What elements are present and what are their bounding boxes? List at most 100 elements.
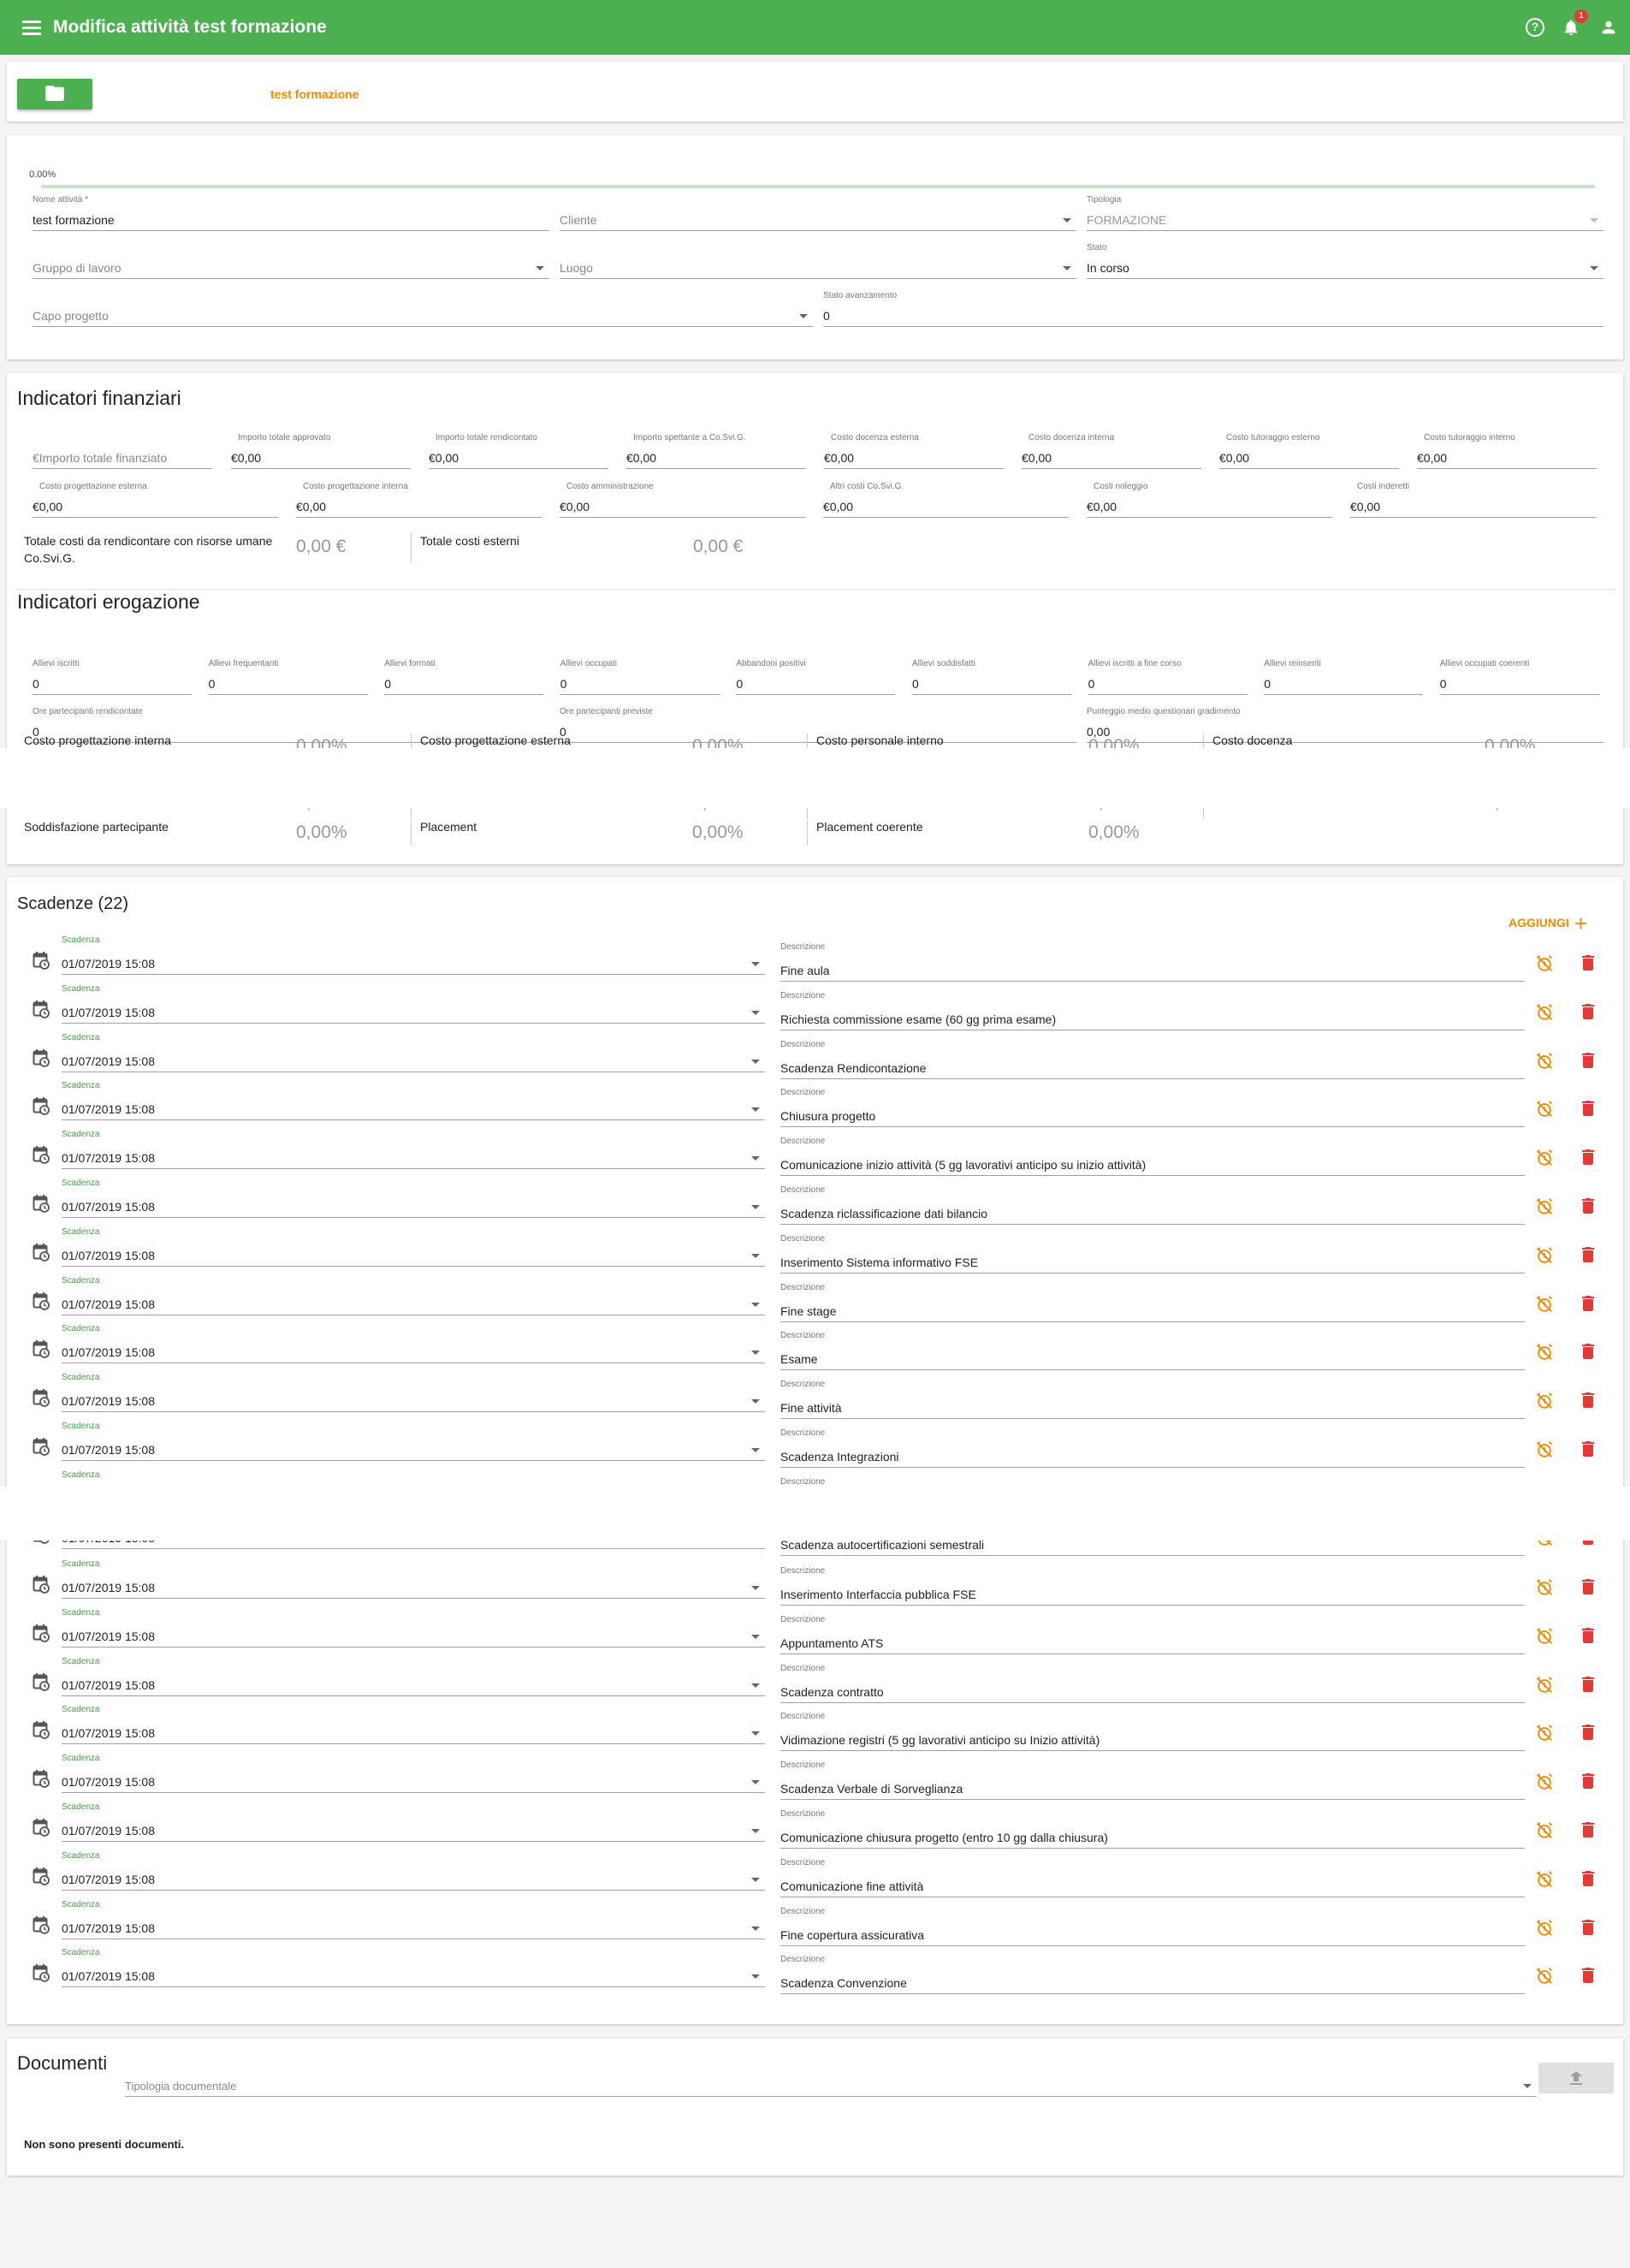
scadenza-description-field[interactable]: Descrizione Vidimazione registri (5 gg la… [780, 1712, 1525, 1752]
calendar-clock-icon[interactable] [33, 1000, 50, 1023]
luogo-select[interactable]: Luogo [560, 253, 1076, 279]
folder-button[interactable] [17, 79, 92, 110]
gruppo-lavoro-select[interactable]: Gruppo di lavoro [33, 253, 549, 279]
alarm-off-icon[interactable] [1535, 954, 1554, 977]
fin-cost-field-3[interactable]: Costo amministrazione €0,00 [560, 482, 805, 518]
scadenza-description-field[interactable]: Descrizione Esame [780, 1331, 1525, 1371]
calendar-clock-icon[interactable] [33, 1243, 50, 1266]
calendar-clock-icon[interactable] [33, 1291, 50, 1315]
calendar-clock-icon[interactable] [33, 1818, 50, 1841]
scadenza-description-field[interactable]: Descrizione Richiesta commissione esame (… [780, 991, 1525, 1030]
calendar-clock-icon[interactable] [33, 1915, 50, 1938]
calendar-clock-icon[interactable] [33, 1541, 50, 1548]
alarm-off-icon[interactable] [1535, 1919, 1554, 1942]
importo-finanziato-field[interactable]: €Importo totale finanziato [33, 442, 212, 469]
ero-field-8[interactable]: Allievi reinseriti 0 [1264, 659, 1424, 695]
alarm-off-icon[interactable] [1535, 1967, 1554, 1990]
calendar-clock-icon[interactable] [33, 1624, 50, 1647]
alarm-off-icon[interactable] [1535, 1772, 1554, 1796]
delete-icon[interactable] [1581, 1725, 1595, 1744]
alarm-off-icon[interactable] [1535, 1870, 1554, 1893]
ero-field-3[interactable]: Allievi formati 0 [384, 659, 544, 695]
scadenza-description-field[interactable]: Descrizione Fine attività [780, 1380, 1525, 1420]
add-scadenza-button[interactable]: AGGIUNGI + [1508, 906, 1587, 936]
calendar-clock-icon[interactable] [33, 951, 50, 974]
breadcrumb[interactable]: test formazione [270, 87, 359, 101]
fin-cost-field-4[interactable]: Altri costi Co.Svi.G. €0,00 [823, 482, 1069, 518]
delete-icon[interactable] [1581, 1676, 1595, 1696]
scadenza-date-select[interactable]: Scadenza01/07/2019 15:08 [62, 984, 765, 1024]
alarm-off-icon[interactable] [1535, 1627, 1554, 1650]
ero-field-7[interactable]: Allievi iscritti a fine corso 0 [1088, 659, 1248, 695]
fin-cost-field-6[interactable]: Costi inderetti €0,00 [1350, 482, 1596, 518]
delete-icon[interactable] [1581, 1246, 1595, 1267]
scadenza-date-select[interactable]: Scadenza01/07/2019 15:08 [62, 1559, 765, 1599]
scadenza-description-field[interactable]: Descrizione Scadenza Convenzione [780, 1955, 1525, 1995]
scadenza-date-select[interactable]: Scadenza01/07/2019 15:08 [62, 1802, 765, 1842]
delete-icon[interactable] [1581, 955, 1595, 975]
fin-field-4[interactable]: Costo docenza esterna €0,00 [824, 433, 1004, 469]
alarm-off-icon[interactable] [1535, 1295, 1554, 1318]
calendar-clock-icon[interactable] [33, 1145, 50, 1168]
scadenza-date-select[interactable]: Scadenza01/07/2019 15:08 [62, 1422, 765, 1461]
delete-icon[interactable] [1581, 1149, 1595, 1169]
help-icon[interactable]: ? [1526, 18, 1544, 37]
scadenza-date-select[interactable]: Scadenza01/07/2019 15:08 [62, 1900, 765, 1939]
delete-icon[interactable] [1581, 1003, 1595, 1024]
scadenza-description-field[interactable]: Descrizione Appuntamento ATS [780, 1615, 1525, 1654]
stato-avanzamento-field[interactable]: Stato avanzamento 0 [823, 291, 1603, 327]
alarm-off-icon[interactable] [1535, 1676, 1554, 1699]
scadenza-description-field[interactable]: Descrizione Scadenza riclassificazione da… [780, 1185, 1525, 1225]
delete-icon[interactable] [1581, 1392, 1595, 1412]
account-icon[interactable] [1599, 18, 1618, 37]
scadenza-description-field[interactable]: DescrizioneScadenza autocertificazioni s… [780, 1541, 1525, 1556]
calendar-clock-icon[interactable] [33, 1194, 50, 1217]
scadenza-date-select[interactable]: Scadenza01/07/2019 15:08 [62, 1754, 765, 1794]
scadenza-description-field[interactable]: Descrizione Fine copertura assicurativa [780, 1907, 1525, 1946]
scadenza-description-field[interactable]: Descrizione Inserimento Interfaccia pubbl… [780, 1566, 1525, 1606]
alarm-off-icon[interactable] [1535, 1246, 1554, 1269]
fin-field-2[interactable]: Importo totale rendicontato €0,00 [429, 433, 608, 469]
scadenza-date-select[interactable]: Scadenza01/07/2019 15:08 [62, 1033, 765, 1072]
cliente-select[interactable]: Cliente [560, 205, 1076, 231]
delete-icon[interactable] [1581, 1441, 1595, 1461]
scadenza-description-field[interactable]: Descrizione Scadenza Verbale di Sorveglia… [780, 1760, 1525, 1801]
fin-field-7[interactable]: Costo tutoraggio interno €0,00 [1417, 433, 1597, 469]
ero-field-5[interactable]: Abbandoni positivi 0 [736, 659, 896, 695]
alarm-off-icon[interactable] [1535, 1821, 1554, 1844]
fin-field-3[interactable]: Importo spettante a Co.Svi.G. €0,00 [626, 433, 806, 469]
delete-icon[interactable] [1581, 1052, 1595, 1072]
delete-icon[interactable] [1581, 1822, 1595, 1842]
calendar-clock-icon[interactable] [33, 1867, 50, 1890]
delete-icon[interactable] [1581, 1870, 1595, 1891]
fin-field-5[interactable]: Costo docenza interna €0,00 [1022, 433, 1201, 469]
fin-cost-field-1[interactable]: Costo progettazione esterna €0,00 [33, 482, 278, 518]
alarm-off-icon[interactable] [1535, 1003, 1554, 1026]
fin-field-1[interactable]: Importo totale approvato €0,00 [231, 433, 411, 469]
delete-icon[interactable] [1581, 1344, 1595, 1363]
calendar-clock-icon[interactable] [33, 1096, 50, 1119]
alarm-off-icon[interactable] [1535, 1052, 1554, 1075]
scadenza-description-field[interactable]: Descrizione Comunicazione inizio attività… [780, 1137, 1525, 1177]
ero-field-6[interactable]: Allievi soddisfatti 0 [912, 659, 1071, 695]
notifications-icon[interactable]: 1 [1562, 9, 1588, 37]
scadenza-date-select[interactable]: Scadenza01/07/2019 15:08 [62, 1851, 765, 1891]
scadenza-date-select[interactable]: Scadenza01/07/2019 15:08 [62, 1179, 765, 1218]
scadenza-date-select[interactable]: Scadenza01/07/2019 15:08 [62, 1608, 765, 1648]
scadenza-date-select[interactable]: Scadenza01/07/2019 15:08 [62, 1081, 765, 1121]
scadenza-date-select[interactable]: Scadenza01/07/2019 15:08 [62, 1541, 765, 1549]
ero-field-9[interactable]: Allievi occupati coerenti 0 [1439, 659, 1599, 695]
ero-field-2[interactable]: Allievi frequentanti 0 [208, 659, 368, 695]
calendar-clock-icon[interactable] [33, 1720, 50, 1743]
alarm-off-icon[interactable] [1535, 1392, 1554, 1415]
delete-icon[interactable] [1581, 1541, 1595, 1549]
calendar-clock-icon[interactable] [33, 1575, 50, 1598]
delete-icon[interactable] [1581, 1627, 1595, 1648]
calendar-clock-icon[interactable] [33, 1388, 50, 1411]
alarm-off-icon[interactable] [1535, 1578, 1554, 1601]
alarm-off-icon[interactable] [1535, 1440, 1554, 1464]
calendar-clock-icon[interactable] [33, 1437, 50, 1460]
alarm-off-icon[interactable] [1535, 1149, 1554, 1172]
scadenza-description-field[interactable]: Descrizione Fine stage [780, 1283, 1525, 1322]
scadenza-date-select[interactable]: Scadenza01/07/2019 15:08 [62, 1373, 765, 1413]
